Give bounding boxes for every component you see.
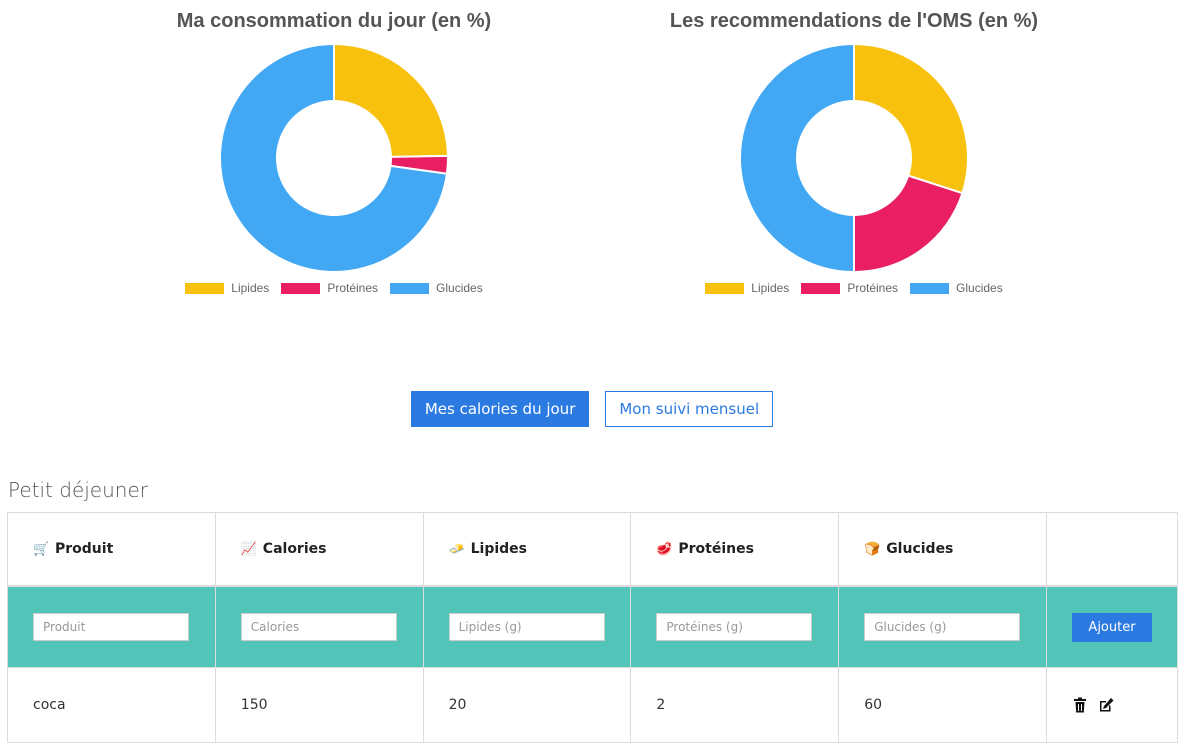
donut-slice-proteines[interactable] xyxy=(853,174,964,274)
input-cell xyxy=(630,585,840,668)
legend-label: Glucides xyxy=(956,281,1003,295)
header-label: Produit xyxy=(55,541,114,557)
legend-swatch xyxy=(390,282,430,294)
lipides-input[interactable] xyxy=(448,613,605,641)
chart-icon: 📈 xyxy=(240,542,257,557)
header-produit: 🛒 Produit xyxy=(7,512,216,587)
header-label: Glucides xyxy=(886,541,954,557)
proteines-input[interactable] xyxy=(656,613,813,641)
table-row: coca 150 20 2 60 xyxy=(7,667,1178,743)
donut-slice-lipides[interactable] xyxy=(333,42,449,158)
glucides-input[interactable] xyxy=(864,613,1021,641)
cell-produit: coca xyxy=(7,667,216,743)
legend-swatch xyxy=(705,282,745,294)
donut-chart-svg xyxy=(739,42,969,274)
input-cell xyxy=(422,585,632,668)
legend-item-proteines[interactable]: Protéines xyxy=(801,281,898,295)
legend-label: Protéines xyxy=(847,281,899,295)
legend-item-proteines[interactable]: Protéines xyxy=(281,281,378,295)
view-toggle: Mes calories du jour Mon suivi mensuel xyxy=(0,391,1184,427)
add-button[interactable]: Ajouter xyxy=(1072,612,1152,642)
bread-icon: 🍞 xyxy=(864,542,881,557)
cell-calories: 150 xyxy=(214,667,424,743)
donut-chart-svg xyxy=(219,42,449,273)
calories-input[interactable] xyxy=(240,613,397,641)
legend-item-glucides[interactable]: Glucides xyxy=(390,281,483,295)
edit-icon[interactable] xyxy=(1098,697,1114,713)
legend-item-glucides[interactable]: Glucides xyxy=(910,281,1003,295)
add-food-row: Ajouter xyxy=(7,585,1178,668)
butter-icon: 🧈 xyxy=(448,542,465,557)
row-actions xyxy=(1072,697,1152,713)
legend-swatch xyxy=(910,282,950,294)
header-actions xyxy=(1046,512,1178,587)
legend-item-lipides[interactable]: Lipides xyxy=(705,281,789,295)
legend-label: Glucides xyxy=(436,281,483,295)
header-lipides: 🧈 Lipides xyxy=(422,512,632,587)
legend-swatch xyxy=(281,282,321,294)
legend-item-lipides[interactable]: Lipides xyxy=(185,281,269,295)
chart-title: Ma consommation du jour (en %) xyxy=(176,10,492,32)
meal-section-title: Petit déjeuner xyxy=(8,478,148,502)
donut-slice-glucides[interactable] xyxy=(739,42,855,274)
input-cell xyxy=(838,585,1047,668)
input-cell: Ajouter xyxy=(1046,585,1178,668)
legend-label: Protéines xyxy=(327,281,379,295)
chart-title: Les recommendations de l'OMS (en %) xyxy=(669,10,1039,32)
meat-icon: 🥩 xyxy=(656,542,673,557)
cell-proteines: 2 xyxy=(630,667,840,743)
meal-table: 🛒 Produit 📈 Calories 🧈 Lipides 🥩 Protéines 🍞… xyxy=(7,512,1178,743)
header-proteines: 🥩 Protéines xyxy=(630,512,840,587)
header-label: Calories xyxy=(262,541,327,557)
donut-slice-lipides[interactable] xyxy=(853,42,969,195)
cell-glucides: 60 xyxy=(838,667,1047,743)
legend-swatch xyxy=(185,282,225,294)
shopping-cart-icon: 🛒 xyxy=(33,542,50,557)
header-calories: 📈 Calories xyxy=(214,512,424,587)
daily-calories-button[interactable]: Mes calories du jour xyxy=(410,391,590,427)
produit-input[interactable] xyxy=(33,613,189,641)
legend-label: Lipides xyxy=(231,281,270,295)
cell-lipides: 20 xyxy=(422,667,632,743)
trash-icon[interactable] xyxy=(1072,697,1088,713)
input-cell xyxy=(214,585,424,668)
chart-legend: Lipides Protéines Glucides xyxy=(74,281,594,295)
consumption-chart: Ma consommation du jour (en %) Lipides P… xyxy=(74,0,594,295)
header-label: Protéines xyxy=(678,541,754,557)
legend-swatch xyxy=(801,282,841,294)
chart-legend: Lipides Protéines Glucides xyxy=(594,281,1114,295)
input-cell xyxy=(7,585,216,668)
header-glucides: 🍞 Glucides xyxy=(838,512,1047,587)
oms-chart: Les recommendations de l'OMS (en %) Lipi… xyxy=(594,0,1114,295)
cell-actions xyxy=(1046,667,1178,743)
header-label: Lipides xyxy=(470,541,527,557)
legend-label: Lipides xyxy=(751,281,790,295)
monthly-tracking-button[interactable]: Mon suivi mensuel xyxy=(605,391,774,427)
table-header-row: 🛒 Produit 📈 Calories 🧈 Lipides 🥩 Protéines 🍞… xyxy=(7,512,1178,587)
